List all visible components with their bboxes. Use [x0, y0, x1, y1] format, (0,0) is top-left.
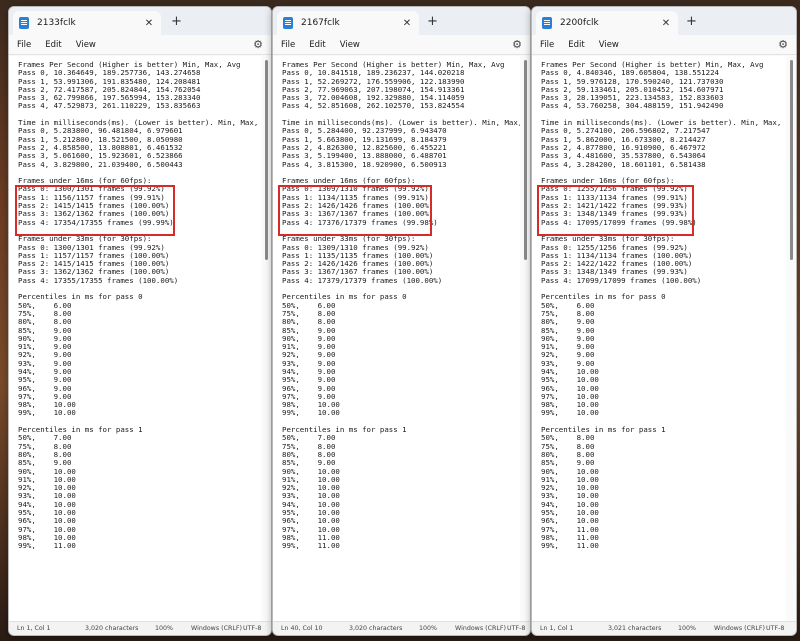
notepad-window-2: 2167fclk ✕ + File Edit View ⚙ Frames Per… — [272, 6, 531, 636]
new-tab-button[interactable]: + — [427, 14, 438, 29]
close-icon[interactable]: ✕ — [143, 18, 155, 29]
tab-title: 2167fclk — [301, 18, 340, 28]
menu-bar: File Edit View ⚙ — [532, 35, 796, 55]
scrollbar-thumb[interactable] — [524, 60, 527, 260]
text-line: 99%, 10.00 — [541, 408, 599, 418]
status-zoom[interactable]: 100% — [419, 625, 455, 632]
status-position: Ln 1, Col 1 — [17, 625, 51, 632]
vertical-scrollbar[interactable] — [261, 56, 271, 621]
notepad-icon — [542, 17, 552, 29]
text-line: Pass 4, 52.851608, 262.102570, 153.82455… — [282, 101, 465, 111]
notepad-window-3: 2200fclk ✕ + File Edit View ⚙ Frames Per… — [531, 6, 797, 636]
status-encoding[interactable]: UTF-8 — [243, 625, 261, 632]
text-editor[interactable]: Frames Per Second (Higher is better) Min… — [532, 56, 786, 621]
status-zoom[interactable]: 100% — [155, 625, 191, 632]
tab-title: 2133fclk — [37, 18, 76, 28]
scrollbar-thumb[interactable] — [265, 60, 268, 260]
text-line: 99%, 10.00 — [282, 408, 340, 418]
new-tab-button[interactable]: + — [171, 14, 182, 29]
status-position: Ln 40, Col 10 — [281, 625, 323, 632]
document-tab[interactable]: 2200fclk ✕ — [536, 11, 678, 35]
text-line: Pass 4: 17099/17099 frames (100.00%) — [541, 275, 702, 285]
notepad-icon — [283, 17, 293, 29]
notepad-window-1: 2133fclk ✕ + File Edit View ⚙ Frames Per… — [8, 6, 272, 636]
menu-file[interactable]: File — [17, 40, 31, 50]
tab-bar: 2167fclk ✕ + — [273, 7, 530, 35]
text-line: Pass 4, 53.760258, 304.488159, 151.94249… — [541, 101, 724, 111]
scrollbar-thumb[interactable] — [790, 60, 793, 260]
text-line: Pass 4: 17376/17379 frames (99.98%) — [282, 217, 438, 227]
text-line: 99%, 11.00 — [18, 541, 76, 551]
status-bar: Ln 1, Col 1 3,021 characters 100% Window… — [532, 621, 796, 635]
menu-bar: File Edit View ⚙ — [9, 35, 271, 55]
text-line: Pass 4, 3.815300, 18.920900, 6.500913 — [282, 159, 447, 169]
status-eol[interactable]: Windows (CRLF) — [714, 625, 766, 632]
tab-bar: 2200fclk ✕ + — [532, 7, 796, 35]
close-icon[interactable]: ✕ — [401, 18, 413, 29]
menu-view[interactable]: View — [76, 40, 96, 50]
text-line: Pass 4, 3.284200, 18.601101, 6.581438 — [541, 159, 706, 169]
document-tab[interactable]: 2133fclk ✕ — [13, 11, 161, 35]
status-encoding[interactable]: UTF-8 — [766, 625, 784, 632]
status-eol[interactable]: Windows (CRLF) — [191, 625, 243, 632]
status-chars: 3,020 characters — [85, 625, 139, 632]
status-zoom[interactable]: 100% — [678, 625, 714, 632]
text-line: Pass 4: 17379/17379 frames (100.00%) — [282, 275, 443, 285]
menu-edit[interactable]: Edit — [45, 40, 61, 50]
text-line: 99%, 10.00 — [18, 408, 76, 418]
status-eol[interactable]: Windows (CRLF) — [455, 625, 507, 632]
status-chars: 3,020 characters — [349, 625, 403, 632]
text-line: Pass 4, 3.829800, 21.039400, 6.500443 — [18, 159, 183, 169]
settings-gear-icon[interactable]: ⚙ — [778, 38, 788, 51]
text-line: 99%, 11.00 — [541, 541, 599, 551]
status-position: Ln 1, Col 1 — [540, 625, 574, 632]
text-line: Pass 4: 17095/17099 frames (99.98%) — [541, 217, 697, 227]
settings-gear-icon[interactable]: ⚙ — [512, 38, 522, 51]
settings-gear-icon[interactable]: ⚙ — [253, 38, 263, 51]
menu-view[interactable]: View — [599, 40, 619, 50]
status-bar: Ln 40, Col 10 3,020 characters 100% Wind… — [273, 621, 530, 635]
text-editor[interactable]: Frames Per Second (Higher is better) Min… — [273, 56, 520, 621]
notepad-icon — [19, 17, 29, 29]
vertical-scrollbar[interactable] — [520, 56, 530, 621]
menu-bar: File Edit View ⚙ — [273, 35, 530, 55]
menu-view[interactable]: View — [340, 40, 360, 50]
text-line: 99%, 11.00 — [282, 541, 340, 551]
status-encoding[interactable]: UTF-8 — [507, 625, 525, 632]
close-icon[interactable]: ✕ — [660, 18, 672, 29]
menu-edit[interactable]: Edit — [309, 40, 325, 50]
text-line: Pass 4: 17355/17355 frames (100.00%) — [18, 275, 179, 285]
document-tab[interactable]: 2167fclk ✕ — [277, 11, 419, 35]
tab-title: 2200fclk — [560, 18, 599, 28]
text-line: Pass 4, 47.529873, 261.110229, 153.83566… — [18, 101, 201, 111]
text-editor[interactable]: Frames Per Second (Higher is better) Min… — [9, 56, 261, 621]
new-tab-button[interactable]: + — [686, 14, 697, 29]
menu-edit[interactable]: Edit — [568, 40, 584, 50]
status-bar: Ln 1, Col 1 3,020 characters 100% Window… — [9, 621, 271, 635]
status-chars: 3,021 characters — [608, 625, 662, 632]
vertical-scrollbar[interactable] — [786, 56, 796, 621]
menu-file[interactable]: File — [540, 40, 554, 50]
tab-bar: 2133fclk ✕ + — [9, 7, 271, 35]
text-line: Pass 4: 17354/17355 frames (99.99%) — [18, 217, 174, 227]
menu-file[interactable]: File — [281, 40, 295, 50]
